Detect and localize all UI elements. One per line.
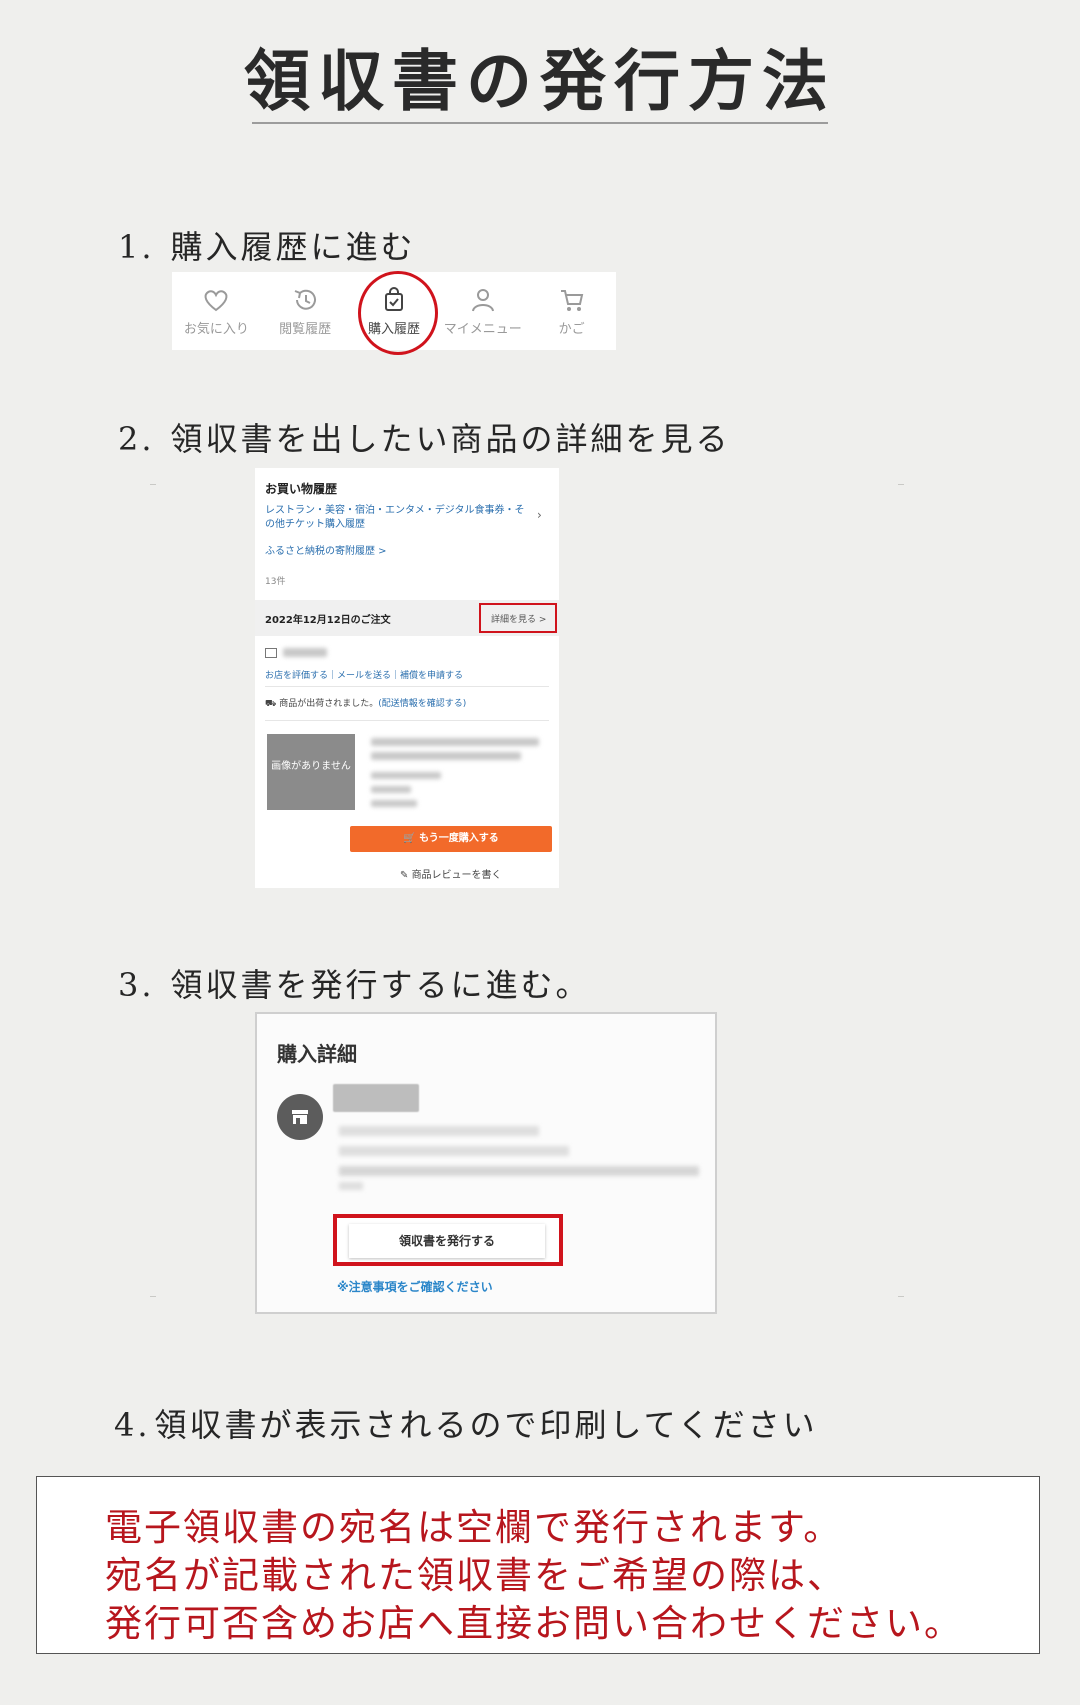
purchase-history-screenshot: お買い物履歴 レストラン・美容・宿泊・エンタメ・デジタル食事券・その他チケット購…	[255, 468, 559, 888]
title-underline	[252, 122, 828, 124]
paper-texture	[898, 484, 904, 485]
purchase-history-heading: お買い物履歴	[265, 482, 338, 496]
step-number: 3.	[118, 966, 155, 1004]
heart-icon	[204, 290, 228, 312]
shipping-info-link[interactable]: (配送情報を確認する)	[378, 699, 466, 709]
step-2: 2. 領収書を出したい商品の詳細を見る	[118, 414, 731, 460]
nav-item-browsing-history[interactable]: 閲覧履歴	[263, 285, 347, 337]
step-3: 3. 領収書を発行するに進む。	[118, 960, 591, 1006]
shop-icon	[277, 1094, 323, 1140]
other-tickets-link[interactable]: レストラン・美容・宿泊・エンタメ・デジタル食事券・その他チケット購入履歴	[265, 504, 527, 532]
issue-receipt-button[interactable]: 領収書を発行する	[349, 1224, 545, 1258]
notes-link[interactable]: ※注意事項をご確認ください	[337, 1278, 493, 1295]
blurred-shop-info	[339, 1182, 363, 1190]
paper-texture	[898, 1296, 904, 1297]
blurred-shop-name	[333, 1084, 419, 1112]
blurred-shop-info	[339, 1146, 569, 1156]
paper-texture	[150, 1296, 156, 1297]
nav-item-cart[interactable]: かご	[530, 285, 614, 337]
blurred-product-name	[371, 738, 539, 746]
view-details-button[interactable]: 詳細を見る >	[479, 603, 557, 633]
blurred-product-price	[371, 800, 417, 807]
step-number: 4.	[114, 1406, 151, 1444]
shop-action-links[interactable]: お店を評価する｜メールを送る｜補償を申請する	[265, 668, 463, 681]
page-title: 領収書の発行方法	[244, 42, 836, 120]
chevron-right-icon: ›	[537, 508, 542, 522]
issue-receipt-highlight: 領収書を発行する	[333, 1214, 563, 1266]
highlight-circle	[358, 271, 438, 355]
blurred-product-name	[371, 752, 521, 760]
notice-line: 電子領収書の宛名は空欄で発行されます。	[105, 1506, 843, 1549]
nav-item-my-menu[interactable]: マイメニュー	[441, 285, 525, 337]
person-icon	[471, 289, 494, 312]
divider	[265, 720, 549, 721]
step-4: 4. 領収書が表示されるので印刷してください	[114, 1400, 818, 1446]
purchase-detail-heading: 購入詳細	[277, 1042, 357, 1066]
nav-label: マイメニュー	[443, 322, 522, 337]
step-number: 1.	[118, 228, 155, 266]
history-icon	[294, 289, 317, 310]
purchase-detail-screenshot: 購入詳細 領収書を発行する ※注意事項をご確認ください	[255, 1012, 717, 1314]
divider	[265, 686, 549, 687]
paper-texture	[150, 484, 156, 485]
nav-label: 閲覧履歴	[279, 322, 332, 337]
rebuy-label: もう一度購入する	[419, 833, 499, 844]
nav-label: お気に入り	[183, 322, 249, 337]
cart-icon: 🛒	[403, 833, 420, 844]
truck-icon: ⛟	[265, 699, 280, 709]
notice-line: 発行可否含めお店へ直接お問い合わせください。	[105, 1602, 963, 1645]
shipping-status: ⛟ 商品が出荷されました。(配送情報を確認する)	[265, 696, 466, 710]
pencil-icon: ✎	[400, 870, 412, 881]
shop-icon	[265, 648, 277, 658]
cart-icon	[560, 290, 583, 311]
blurred-shop-info	[339, 1126, 539, 1136]
step-1: 1. 購入履歴に進む	[118, 222, 416, 268]
order-date: 2022年12月12日のご注文	[265, 615, 391, 626]
write-review-link[interactable]: ✎ 商品レビューを書く	[400, 866, 502, 881]
notice-line: 宛名が記載された領収書をご希望の際は、	[105, 1554, 846, 1597]
nav-item-favorites[interactable]: お気に入り	[174, 285, 258, 337]
notice-box: 電子領収書の宛名は空欄で発行されます。 宛名が記載された領収書をご希望の際は、 …	[36, 1476, 1040, 1654]
blurred-product-option	[371, 786, 411, 793]
blurred-shop-info	[339, 1166, 699, 1176]
step-text: 購入履歴に進む	[170, 228, 416, 266]
step-text: 領収書が表示されるので印刷してください	[154, 1406, 818, 1444]
step-number: 2.	[118, 420, 155, 458]
rebuy-button[interactable]: 🛒 もう一度購入する	[350, 826, 552, 852]
blurred-shop-name	[283, 648, 327, 657]
review-label: 商品レビューを書く	[411, 870, 502, 881]
step-text: 領収書を出したい商品の詳細を見る	[170, 420, 731, 458]
product-image-placeholder: 画像がありません	[267, 734, 355, 810]
blurred-product-option	[371, 772, 441, 779]
furusato-history-link[interactable]: ふるさと納税の寄附履歴 >	[265, 542, 387, 557]
nav-label: かご	[558, 322, 585, 337]
step-text: 領収書を発行するに進む。	[170, 966, 591, 1004]
shipping-text: 商品が出荷されました。	[279, 699, 379, 709]
order-count: 13件	[265, 577, 286, 587]
